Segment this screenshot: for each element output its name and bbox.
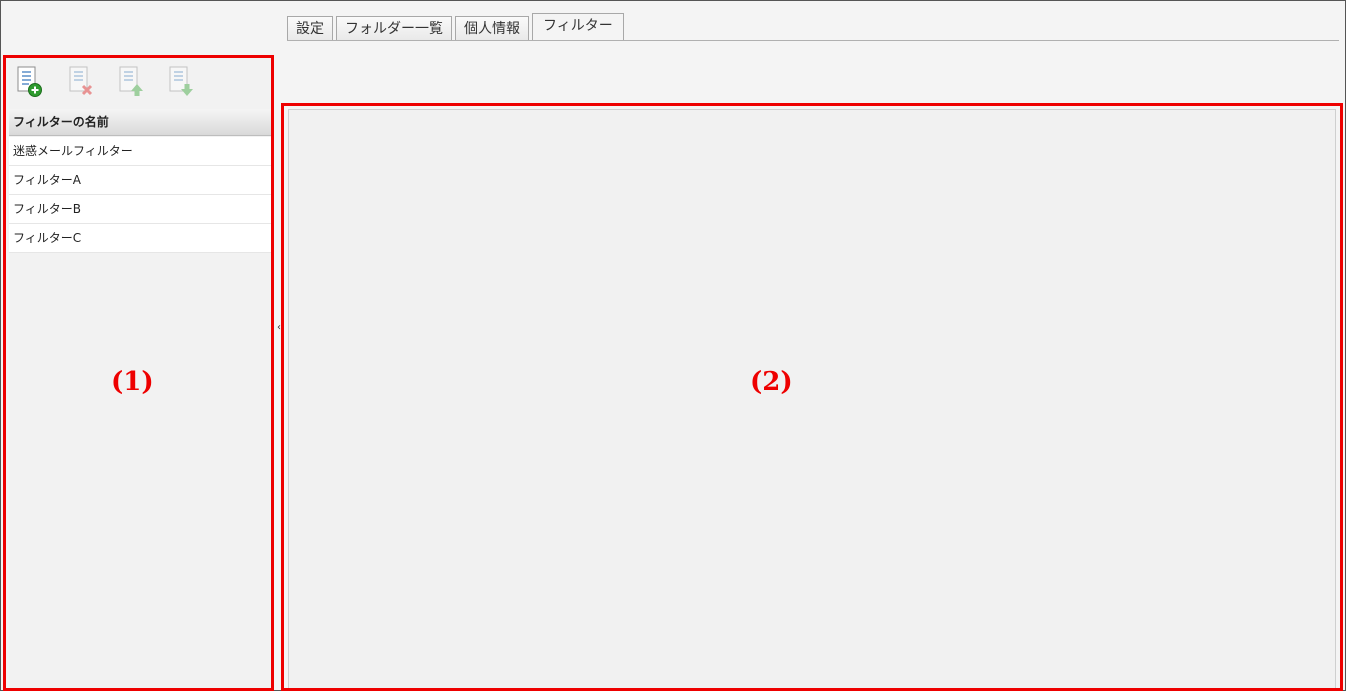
tab-settings[interactable]: 設定 — [287, 16, 333, 40]
splitter-handle[interactable]: ‹ — [277, 322, 281, 333]
delete-filter-button[interactable] — [67, 65, 95, 99]
move-down-icon — [169, 66, 193, 96]
tab-filter[interactable]: フィルター — [532, 13, 624, 40]
add-filter-icon — [17, 66, 42, 97]
move-up-button[interactable] — [117, 65, 145, 99]
move-down-button[interactable] — [167, 65, 195, 99]
delete-filter-icon — [69, 66, 93, 96]
tab-bar: 設定 フォルダー一覧 個人情報 フィルター — [287, 13, 627, 40]
tab-personal-info[interactable]: 個人情報 — [455, 16, 529, 40]
move-up-icon — [119, 66, 143, 96]
filter-toolbar — [9, 57, 271, 107]
add-filter-button[interactable] — [15, 65, 43, 99]
filter-name-column-header[interactable]: フィルターの名前 — [9, 109, 271, 136]
filter-list: 迷惑メールフィルター フィルターA フィルターB フィルターC — [9, 137, 271, 253]
filter-list-item[interactable]: フィルターB — [9, 195, 271, 224]
filter-detail-panel — [288, 109, 1336, 690]
filter-list-item[interactable]: 迷惑メールフィルター — [9, 137, 271, 166]
tab-folder-list[interactable]: フォルダー一覧 — [336, 16, 452, 40]
filter-list-item[interactable]: フィルターA — [9, 166, 271, 195]
filter-list-item[interactable]: フィルターC — [9, 224, 271, 253]
annotation-label-2: (2) — [750, 367, 793, 397]
window-frame: 設定 フォルダー一覧 個人情報 フィルター フィルターの名前 迷惑メールフィルタ… — [0, 0, 1346, 691]
tab-divider — [287, 40, 1339, 41]
annotation-label-1: (1) — [111, 367, 154, 397]
